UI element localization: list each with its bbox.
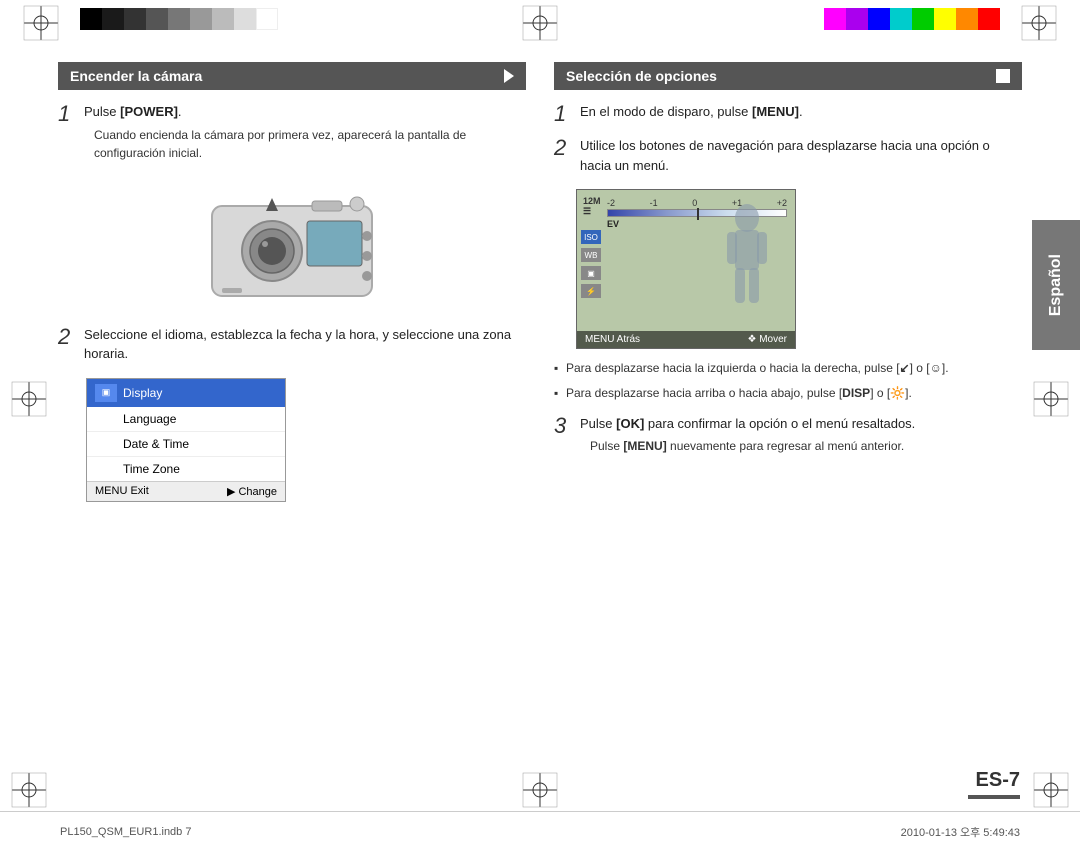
top-calibration-bar [0, 0, 1080, 38]
left-step-2: 2 Seleccione el idioma, establezca la fe… [58, 325, 526, 368]
footer-left: PL150_QSM_EUR1.indb 7 [60, 826, 191, 838]
right-step-2-content: Utilice los botones de navegación para d… [580, 136, 1022, 179]
crosshair-mid-left-icon [10, 380, 48, 418]
language-tab-label: Español [1047, 254, 1065, 316]
left-section-header: Encender la cámara [58, 62, 526, 90]
right-section-title: Selección de opciones [566, 68, 717, 84]
camera-ui-area: 12M☰ -2 -1 0 +1 +2 EV [576, 189, 1022, 349]
menu-datetime-label: Date & Time [123, 437, 189, 451]
camera-back-label: MENU Atrás [585, 334, 640, 345]
right-step-2-number: 2 [554, 136, 572, 179]
color-strip-right [824, 0, 1000, 38]
ev-minus1: -1 [650, 198, 658, 208]
right-step-3-note: Pulse [MENU] nuevamente para regresar al… [580, 437, 1022, 455]
page-number: ES-7 [968, 769, 1020, 792]
silhouette-svg [717, 200, 777, 330]
right-step-2: 2 Utilice los botones de navegación para… [554, 136, 1022, 179]
ev-plus2: +2 [777, 198, 787, 208]
menu-row-datetime: Date & Time [87, 432, 285, 457]
step-1-number: 1 [58, 102, 76, 166]
right-section-header: Selección de opciones [554, 62, 1022, 90]
right-step-2-text: Utilice los botones de navegación para d… [580, 136, 1022, 175]
camera-svg [192, 176, 392, 306]
page-number-area: ES-7 [968, 769, 1020, 799]
language-tab: Español [1032, 220, 1080, 350]
right-step-1-number: 1 [554, 102, 572, 126]
step-2-content: Seleccione el idioma, establezca la fech… [84, 325, 526, 368]
right-step-1-text: En el modo de disparo, pulse [MENU]. [580, 102, 1022, 122]
camera-image [58, 176, 526, 309]
right-note-2: Para desplazarse hacia arriba o hacia ab… [554, 384, 1022, 403]
wb-icon: WB [581, 248, 601, 262]
menu-exit-label: MENU Exit [95, 485, 149, 498]
crosshair-bottom-left-icon [10, 771, 48, 809]
step-1-content: Pulse [POWER]. Cuando encienda la cámara… [84, 102, 526, 166]
menu-row-timezone: Time Zone [87, 457, 285, 481]
menu-timezone-label: Time Zone [123, 462, 180, 476]
menu-change-label: ▶ Change [227, 485, 277, 498]
left-step-1: 1 Pulse [POWER]. Cuando encienda la cáma… [58, 102, 526, 166]
step-1-main-text: Pulse [POWER]. [84, 102, 526, 122]
menu-display-label: Display [123, 386, 162, 400]
camera-move-label: ❖ Mover [747, 334, 787, 345]
right-step-1: 1 En el modo de disparo, pulse [MENU]. [554, 102, 1022, 126]
footer: PL150_QSM_EUR1.indb 7 2010-01-13 오후 5:49… [0, 811, 1080, 851]
ev-indicator [697, 208, 699, 220]
mode-icon: ▣ [581, 266, 601, 280]
menu-bottom-bar: MENU Exit ▶ Change [87, 481, 285, 501]
right-step-3-text: Pulse [OK] para confirmar la opción o el… [580, 414, 1022, 434]
right-step-3: 3 Pulse [OK] para confirmar la opción o … [554, 414, 1022, 460]
display-menu-icon: ▣ [95, 384, 117, 402]
crosshair-top-right-icon [1020, 4, 1058, 42]
crosshair-top-center-icon [521, 4, 559, 42]
iso-icon: ISO [581, 230, 601, 244]
person-silhouette [717, 200, 777, 333]
ev-zero: 0 [692, 198, 697, 208]
right-note-1: Para desplazarse hacia la izquierda o ha… [554, 359, 1022, 378]
step-2-number: 2 [58, 325, 76, 368]
menu-row-language: Language [87, 407, 285, 432]
left-section: Encender la cámara 1 Pulse [POWER]. Cuan… [58, 62, 526, 809]
square-icon [996, 69, 1010, 83]
arrow-right-icon [504, 69, 514, 83]
camera-ui-screen: 12M☰ -2 -1 0 +1 +2 EV [576, 189, 796, 349]
right-section: Selección de opciones 1 En el modo de di… [554, 62, 1022, 809]
camera-mode-icons: ISO WB ▣ ⚡ [581, 230, 601, 298]
camera-ui-bottom-bar: MENU Atrás ❖ Mover [577, 331, 795, 348]
left-section-title: Encender la cámara [70, 68, 202, 84]
page-number-underline [968, 795, 1020, 799]
step-1-note: Cuando encienda la cámara por primera ve… [84, 126, 526, 162]
menu-screen-container: ▣ Display Language Date & Time Time Zone… [86, 378, 526, 502]
menu-language-label: Language [123, 412, 176, 426]
crosshair-bottom-right-icon [1032, 771, 1070, 809]
right-step-3-number: 3 [554, 414, 572, 460]
step-2-text: Seleccione el idioma, establezca la fech… [84, 325, 526, 364]
footer-right: 2010-01-13 오후 5:49:43 [901, 824, 1020, 840]
color-strip-left [80, 0, 278, 38]
menu-screen: ▣ Display Language Date & Time Time Zone… [86, 378, 286, 502]
crosshair-top-left-icon [22, 4, 60, 42]
right-step-3-content: Pulse [OK] para confirmar la opción o el… [580, 414, 1022, 460]
menu-row-display: ▣ Display [87, 379, 285, 407]
flash-icon: ⚡ [581, 284, 601, 298]
crosshair-mid-right-icon [1032, 380, 1070, 418]
right-step-1-content: En el modo de disparo, pulse [MENU]. [580, 102, 1022, 126]
ev-minus2: -2 [607, 198, 615, 208]
